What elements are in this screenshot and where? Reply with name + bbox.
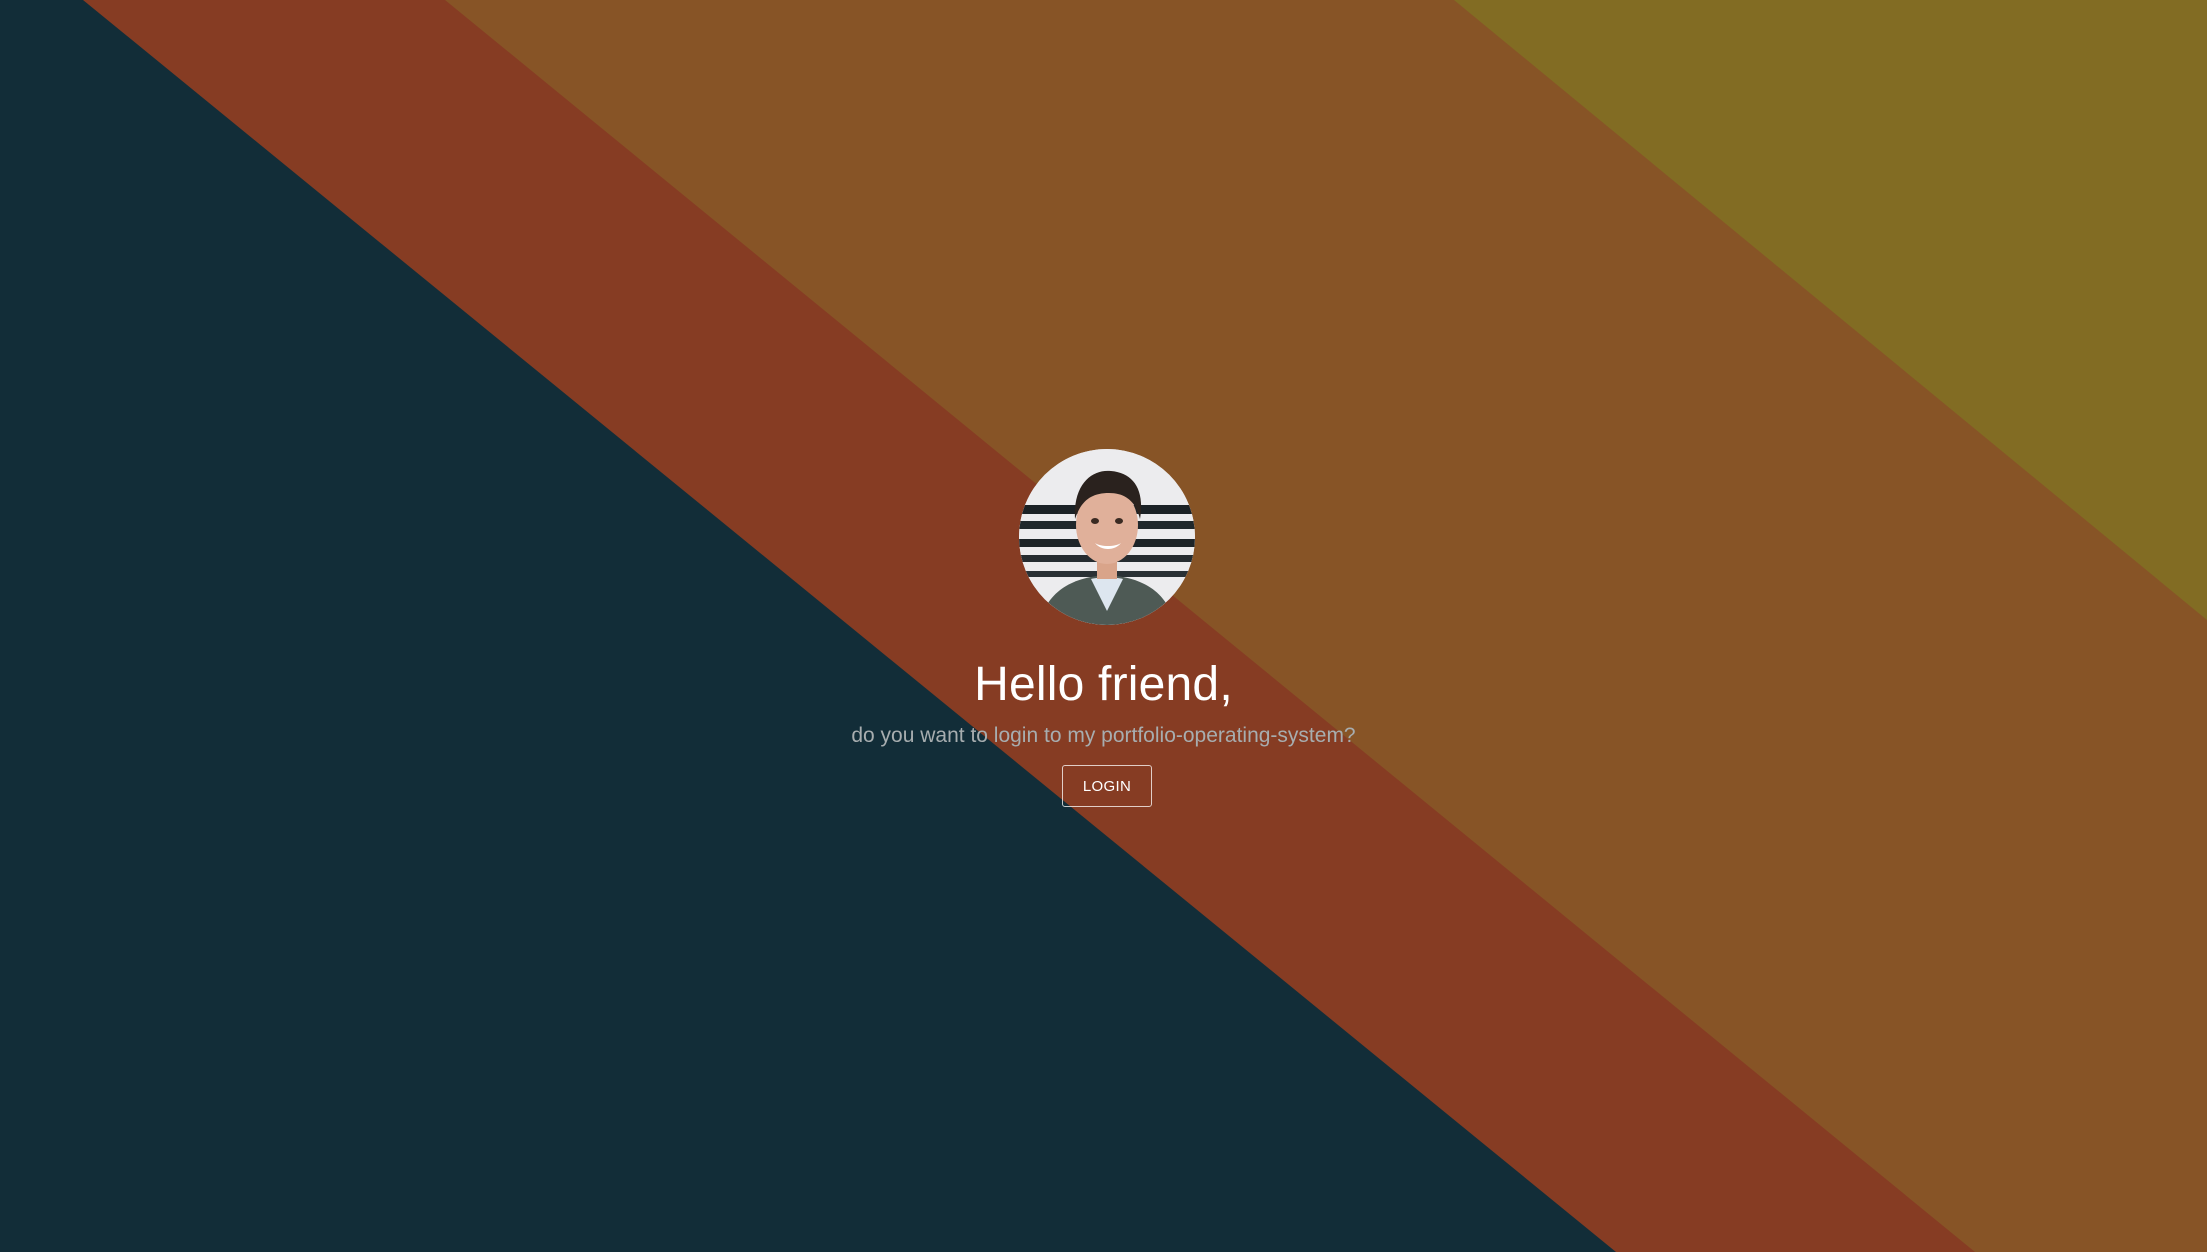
avatar	[1019, 449, 1195, 625]
profile-photo-icon	[1019, 449, 1195, 625]
login-prompt: do you want to login to my portfolio-ope…	[851, 724, 1356, 747]
login-screen: Hello friend, do you want to login to my…	[0, 0, 2207, 1252]
login-button[interactable]: LOGIN	[1062, 765, 1152, 807]
login-panel: Hello friend, do you want to login to my…	[0, 0, 2207, 1252]
page-title: Hello friend,	[974, 658, 1233, 711]
